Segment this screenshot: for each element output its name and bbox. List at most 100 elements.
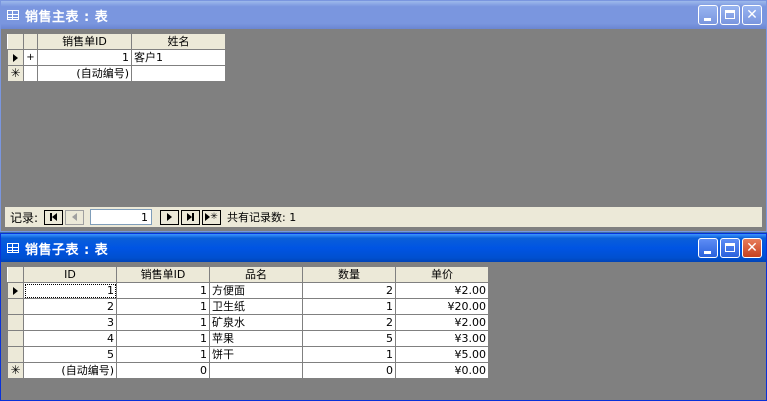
cell-id[interactable]: 5 [23, 346, 117, 363]
table-icon [7, 10, 19, 20]
column-header[interactable]: 销售单ID [37, 33, 132, 50]
cell-order-id[interactable]: 1 [116, 346, 210, 363]
master-table-window[interactable]: 销售主表 : 表 ✕ 销售单ID 姓名 + 1 客户1 ✳ (自动编号) 记录:… [0, 0, 767, 232]
maximize-button[interactable] [720, 238, 740, 258]
cell-price[interactable]: ¥2.00 [395, 282, 489, 299]
new-record-button[interactable]: ✳ [202, 209, 222, 225]
row-selector[interactable] [7, 314, 24, 331]
cell-quantity[interactable]: 2 [302, 314, 396, 331]
row-selector[interactable] [7, 298, 24, 315]
column-header[interactable]: 品名 [209, 266, 303, 283]
row-selector[interactable] [7, 282, 24, 299]
expand-subdatasheet-button[interactable]: + [23, 49, 38, 66]
record-label: 记录: [10, 210, 39, 225]
expander-header [23, 33, 38, 50]
record-count: 共有记录数: 1 [227, 211, 297, 224]
master-datasheet-area: 销售单ID 姓名 + 1 客户1 ✳ (自动编号) 记录: 1 ✳ 共有记录数:… [5, 29, 762, 227]
new-row-asterisk-icon: ✳ [10, 65, 21, 80]
close-button[interactable]: ✕ [742, 5, 762, 25]
cell-quantity[interactable]: 0 [302, 362, 396, 379]
maximize-icon [725, 243, 735, 252]
detail-window-titlebar[interactable]: 销售子表 : 表 ✕ [1, 234, 766, 262]
cell-id[interactable]: 2 [23, 298, 117, 315]
master-window-controls: ✕ [698, 5, 762, 25]
maximize-button[interactable] [720, 5, 740, 25]
master-header-row: 销售单ID 姓名 [7, 33, 226, 50]
table-row[interactable]: + 1 客户1 [7, 49, 226, 66]
cell-product[interactable]: 饼干 [209, 346, 303, 363]
detail-window-controls: ✕ [698, 238, 762, 258]
table-row[interactable]: 5 1 饼干 1 ¥5.00 [7, 346, 489, 363]
cell-id[interactable]: 4 [23, 330, 117, 347]
new-record-row[interactable]: ✳ (自动编号) 0 0 ¥0.00 [7, 362, 489, 379]
master-window-title: 销售主表 : 表 [25, 9, 109, 25]
cell-order-id[interactable]: 1 [37, 49, 132, 66]
cell-id[interactable]: (自动编号) [23, 362, 117, 379]
table-row[interactable]: 3 1 矿泉水 2 ¥2.00 [7, 314, 489, 331]
cell-price[interactable]: ¥2.00 [395, 314, 489, 331]
cell-price[interactable]: ¥3.00 [395, 330, 489, 347]
maximize-icon [725, 10, 735, 19]
cell-order-id[interactable]: (自动编号) [37, 65, 132, 82]
current-row-arrow-icon [13, 286, 18, 295]
cell-order-id[interactable]: 1 [116, 314, 210, 331]
cell-order-id[interactable]: 0 [116, 362, 210, 379]
cell-product[interactable]: 矿泉水 [209, 314, 303, 331]
cell-quantity[interactable]: 1 [302, 346, 396, 363]
close-icon: ✕ [746, 240, 758, 256]
cell-product[interactable]: 方便面 [209, 282, 303, 299]
row-selector[interactable] [7, 346, 24, 363]
new-row-asterisk-icon: ✳ [10, 362, 21, 377]
last-record-button[interactable] [181, 209, 201, 225]
current-row-arrow-icon [13, 53, 18, 62]
cell-price[interactable]: ¥5.00 [395, 346, 489, 363]
new-record-icon: ✳ [210, 212, 218, 222]
detail-table-window[interactable]: 销售子表 : 表 ✕ ID 销售单ID 品名 数量 单价 1 1 方便面 2 ¥… [0, 233, 767, 401]
minimize-icon [704, 251, 711, 254]
cell-quantity[interactable]: 1 [302, 298, 396, 315]
row-selector[interactable]: ✳ [7, 362, 24, 379]
current-record-input[interactable] [90, 209, 153, 225]
cell-customer-name[interactable]: 客户1 [131, 49, 226, 66]
new-record-row[interactable]: ✳ (自动编号) [7, 65, 226, 82]
detail-datasheet: ID 销售单ID 品名 数量 单价 1 1 方便面 2 ¥2.00 2 1 卫生… [7, 266, 489, 379]
table-row[interactable]: 1 1 方便面 2 ¥2.00 [7, 282, 489, 299]
master-datasheet: 销售单ID 姓名 + 1 客户1 ✳ (自动编号) [7, 33, 226, 82]
close-button[interactable]: ✕ [742, 238, 762, 258]
cell-price[interactable]: ¥20.00 [395, 298, 489, 315]
minimize-button[interactable] [698, 5, 718, 25]
cell-order-id[interactable]: 1 [116, 298, 210, 315]
close-icon: ✕ [746, 7, 758, 23]
column-header[interactable]: 销售单ID [116, 266, 210, 283]
cell-order-id[interactable]: 1 [116, 282, 210, 299]
table-icon [7, 243, 19, 253]
cell-product[interactable]: 卫生纸 [209, 298, 303, 315]
column-header[interactable]: ID [23, 266, 117, 283]
next-record-button[interactable] [160, 209, 180, 225]
table-row[interactable]: 4 1 苹果 5 ¥3.00 [7, 330, 489, 347]
column-header[interactable]: 数量 [302, 266, 396, 283]
select-all-corner[interactable] [7, 266, 24, 283]
cell-price[interactable]: ¥0.00 [395, 362, 489, 379]
first-record-button[interactable] [44, 209, 64, 225]
table-row[interactable]: 2 1 卫生纸 1 ¥20.00 [7, 298, 489, 315]
next-record-icon [167, 213, 173, 221]
cell-quantity[interactable]: 2 [302, 282, 396, 299]
row-selector[interactable] [7, 330, 24, 347]
cell-id[interactable]: 3 [23, 314, 117, 331]
cell-id[interactable]: 1 [23, 282, 117, 299]
cell-order-id[interactable]: 1 [116, 330, 210, 347]
cell-quantity[interactable]: 5 [302, 330, 396, 347]
cell-product[interactable]: 苹果 [209, 330, 303, 347]
record-navigation-bar: 记录: ✳ 共有记录数: 1 [5, 207, 762, 227]
row-selector[interactable]: ✳ [7, 65, 24, 82]
cell-product[interactable] [209, 362, 303, 379]
select-all-corner[interactable] [7, 33, 24, 50]
minimize-button[interactable] [698, 238, 718, 258]
column-header[interactable]: 姓名 [131, 33, 226, 50]
cell-customer-name[interactable] [131, 65, 226, 82]
row-selector[interactable] [7, 49, 24, 66]
column-header[interactable]: 单价 [395, 266, 489, 283]
previous-record-button[interactable] [65, 209, 85, 225]
master-window-titlebar[interactable]: 销售主表 : 表 ✕ [1, 1, 766, 29]
